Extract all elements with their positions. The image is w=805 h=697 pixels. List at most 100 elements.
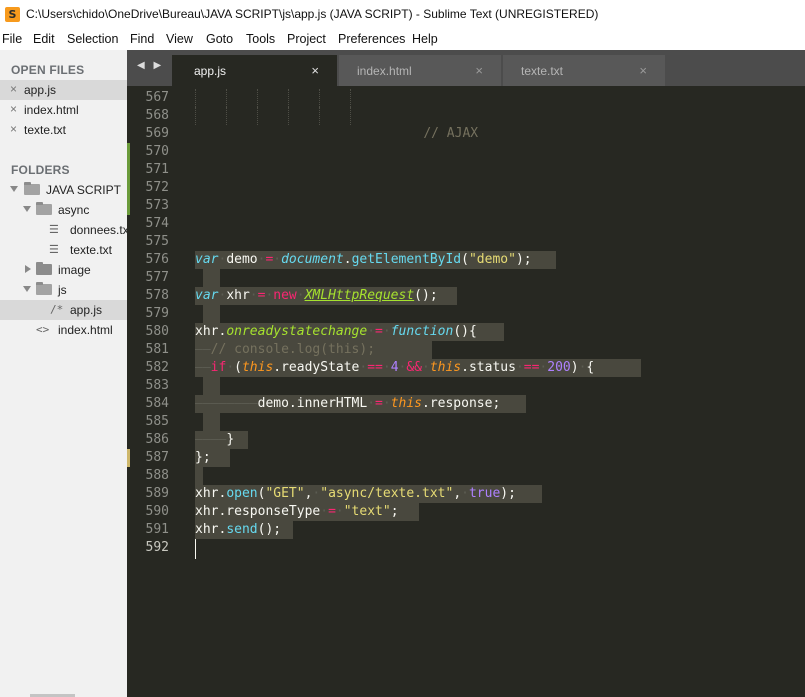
code-identifier: xhr <box>195 324 219 339</box>
code-line-586: ————} <box>195 432 235 447</box>
code-punct: (); <box>414 288 438 303</box>
js-file-icon: /* <box>50 303 64 316</box>
code-punct: ; <box>390 504 399 519</box>
open-file-label: texte.txt <box>24 123 67 137</box>
tab-scroll-arrows-icon[interactable]: ◀ ▶ <box>137 60 164 71</box>
menu-goto[interactable]: Goto <box>206 32 233 46</box>
selection-highlight <box>203 269 220 287</box>
menu-preferences[interactable]: Preferences <box>338 32 405 46</box>
chevron-down-icon[interactable] <box>23 206 31 212</box>
file-index-html[interactable]: <> index.html <box>0 320 127 340</box>
sublime-text-icon: S <box>5 7 20 22</box>
close-icon[interactable]: × <box>311 63 319 78</box>
menu-tools[interactable]: Tools <box>246 32 275 46</box>
folder-icon <box>36 262 52 275</box>
menu-help[interactable]: Help <box>412 32 438 46</box>
folder-open-icon <box>36 202 52 215</box>
close-icon[interactable]: × <box>10 122 17 136</box>
folder-java-script[interactable]: JAVA SCRIPT <box>0 180 127 200</box>
file-label: app.js <box>70 303 103 317</box>
selection-highlight <box>195 467 203 485</box>
code-punct: { <box>586 360 595 375</box>
selection-highlight <box>203 377 220 395</box>
code-editor[interactable]: 567 568 569 570 571 572 573 574 575 576 … <box>127 86 805 697</box>
line-number: 586 <box>145 432 169 447</box>
folder-async[interactable]: async <box>0 200 127 220</box>
code-identifier: demo.innerHTML <box>257 396 368 411</box>
indent-guide <box>195 89 196 107</box>
menu-view[interactable]: View <box>166 32 193 46</box>
line-number: 579 <box>145 306 169 321</box>
code-punct: . <box>343 252 352 267</box>
code-property: .readyState <box>273 360 360 375</box>
code-operator: && <box>406 360 422 375</box>
chevron-down-icon[interactable] <box>23 286 31 292</box>
open-file-texte-txt[interactable]: × texte.txt <box>0 120 127 140</box>
file-label: texte.txt <box>70 243 113 257</box>
code-this: this <box>429 360 462 375</box>
code-property: .response; <box>422 396 501 411</box>
code-this: this <box>390 396 422 411</box>
open-file-index-html[interactable]: × index.html <box>0 100 127 120</box>
code-string: "text" <box>343 504 391 519</box>
code-this: this <box>241 360 274 375</box>
file-donnees-txt[interactable]: ☰ donnees.txt <box>0 220 127 240</box>
tab-app-js[interactable]: app.js × <box>172 55 337 86</box>
code-builtin: document <box>281 252 344 267</box>
line-number: 572 <box>145 180 169 195</box>
code-string: "demo" <box>468 252 516 267</box>
file-texte-txt[interactable]: ☰ texte.txt <box>0 240 127 260</box>
line-number: 585 <box>145 414 169 429</box>
code-punct: , <box>453 486 462 501</box>
chevron-right-icon[interactable] <box>25 265 31 273</box>
code-identifier: xhr. <box>195 522 227 537</box>
tab-index-html[interactable]: index.html × <box>339 55 501 86</box>
indent-guide <box>319 89 320 107</box>
tab-texte-txt[interactable]: texte.txt × <box>503 55 665 86</box>
line-number: 570 <box>145 144 169 159</box>
code-property: .status <box>461 360 516 375</box>
menu-find[interactable]: Find <box>130 32 154 46</box>
close-icon[interactable]: × <box>475 63 483 78</box>
code-line-568: // AJAX <box>392 107 478 141</box>
code-keyword: function <box>390 324 454 339</box>
code-line-578: var·xhr·=·new·XMLHttpRequest(); <box>195 288 438 303</box>
gutter-modified-marker <box>127 449 130 467</box>
menu-file[interactable]: File <box>2 32 22 46</box>
line-number: 591 <box>145 522 169 537</box>
title-bar: S C:\Users\chido\OneDrive\Bureau\JAVA SC… <box>0 0 805 30</box>
line-number: 569 <box>145 126 169 141</box>
code-comment: // console.log(this); <box>210 342 376 357</box>
close-icon[interactable]: × <box>10 102 17 116</box>
indent-guide <box>195 107 196 125</box>
menu-project[interactable]: Project <box>287 32 326 46</box>
gutter-modified-marker <box>127 143 130 215</box>
line-number: 578 <box>145 288 169 303</box>
code-function: open <box>226 486 258 501</box>
chevron-down-icon[interactable] <box>10 186 18 192</box>
code-line-587: }; <box>195 449 211 467</box>
code-punct: ( <box>461 252 469 267</box>
line-number: 571 <box>145 162 169 177</box>
menu-edit[interactable]: Edit <box>33 32 55 46</box>
selection-highlight <box>203 413 220 431</box>
code-identifier: demo <box>226 252 258 267</box>
html-file-icon: <> <box>36 323 50 336</box>
close-icon[interactable]: × <box>10 82 17 96</box>
line-number: 590 <box>145 504 169 519</box>
menu-selection[interactable]: Selection <box>67 32 118 46</box>
open-file-app-js[interactable]: × app.js <box>0 80 127 100</box>
code-identifier: xhr <box>226 288 250 303</box>
code-line-591: xhr.send(); <box>195 521 281 539</box>
close-icon[interactable]: × <box>639 63 647 78</box>
text-cursor <box>195 539 196 559</box>
code-punct: ) <box>570 360 579 375</box>
code-function: getElementById <box>351 252 462 267</box>
folder-image[interactable]: image <box>0 260 127 280</box>
indent-guide <box>257 89 258 107</box>
folder-js[interactable]: js <box>0 280 127 300</box>
code-punct: } <box>226 432 235 447</box>
file-app-js[interactable]: /* app.js <box>0 300 127 320</box>
indent-guide <box>350 89 351 107</box>
code-comment: // AJAX <box>423 126 479 141</box>
